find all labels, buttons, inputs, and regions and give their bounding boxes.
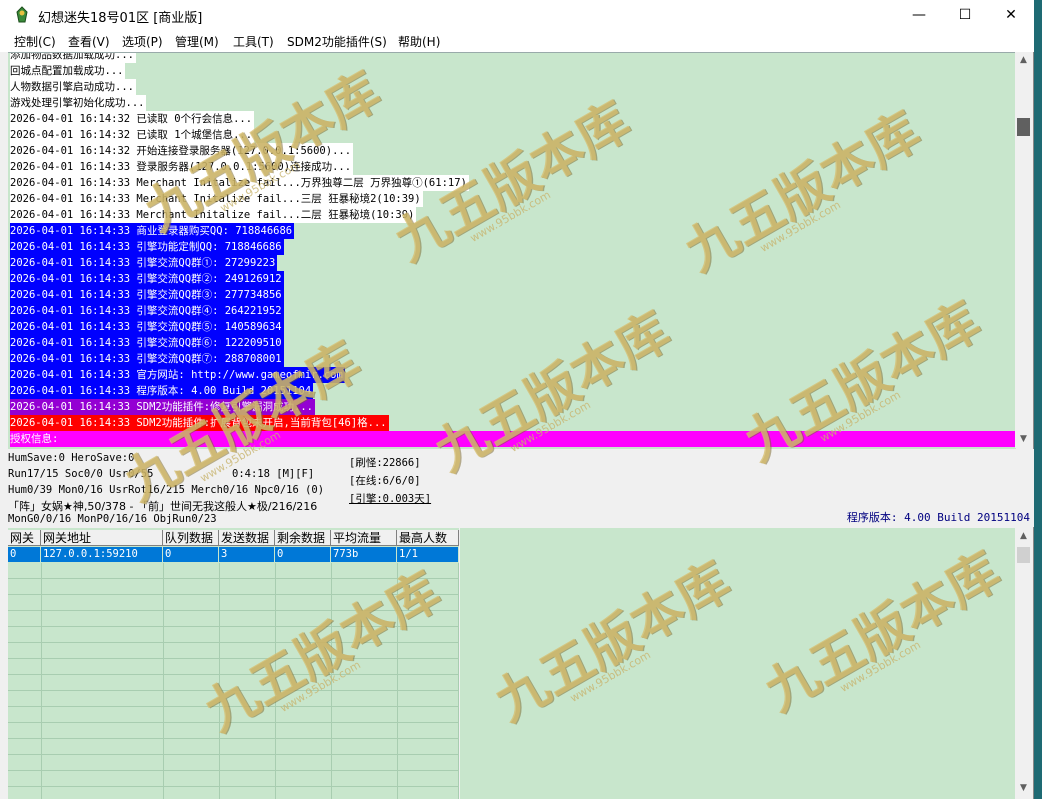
log-panel[interactable]: 添加物品数据加载成功... 回城点配置加载成功... 人物数据引擎启动成功...…: [8, 52, 1016, 449]
log-line: 2026-04-01 16:14:33 引擎交流QQ群①: 27299223: [10, 255, 278, 271]
app-icon: [16, 6, 28, 23]
log-line: 2026-04-01 16:14:33 Merchant Initalize f…: [10, 207, 417, 223]
grid-cell-remaining[interactable]: 0: [275, 547, 331, 562]
log-line: 2026-04-01 16:14:33 引擎功能定制QQ: 718846686: [10, 239, 284, 255]
scroll-up-icon[interactable]: ▲: [1015, 52, 1032, 69]
grid-rule: [8, 738, 459, 739]
log-line: 游戏处理引擎初始化成功...: [10, 95, 147, 111]
log-line: 2026-04-01 16:14:33 官方网站: http://www.gam…: [10, 367, 345, 383]
col-header-queue-data[interactable]: 队列数据: [163, 530, 219, 546]
scroll-up-icon[interactable]: ▲: [1015, 528, 1032, 545]
grid-rule: [8, 674, 459, 675]
refresh-monster-count: [刷怪:22866]: [349, 457, 421, 469]
log-line: 2026-04-01 16:14:32 已读取 0个行会信息...: [10, 111, 255, 127]
menu-help[interactable]: 帮助(H): [398, 33, 440, 50]
col-header-avg-traffic[interactable]: 平均流量: [331, 530, 397, 546]
grid-rule: [8, 658, 459, 659]
status-panel: HumSave:0 HeroSave:0 Run17/15 Soc0/0 Usr…: [0, 449, 1034, 527]
grid-cell-address[interactable]: 127.0.0.1:59210: [41, 547, 163, 562]
log-line: 2026-04-01 16:14:33 引擎交流QQ群⑦: 288708001: [10, 351, 284, 367]
grid-rule: [397, 563, 398, 799]
scroll-down-icon[interactable]: ▼: [1015, 780, 1032, 797]
log-line: 2026-04-01 16:14:33 程序版本: 4.00 Build 201…: [10, 383, 314, 399]
object-status: Hum0/39 Mon0/16 UsrRot16/215 Merch0/16 N…: [8, 484, 325, 496]
grid-rule: [458, 563, 459, 799]
col-header-gate[interactable]: 网关: [8, 530, 41, 546]
menu-control[interactable]: 控制(C): [14, 33, 56, 50]
log-line: 2026-04-01 16:14:33 引擎交流QQ群④: 264221952: [10, 303, 284, 319]
log-line: 2026-04-01 16:14:33 Merchant Initalize f…: [10, 191, 423, 207]
scroll-thumb[interactable]: [1017, 547, 1030, 563]
grid-rule: [8, 754, 459, 755]
grid-rule: [163, 563, 164, 799]
menu-view[interactable]: 查看(V): [68, 33, 110, 50]
grid-rule: [8, 722, 459, 723]
log-line: 2026-04-01 16:14:33 引擎交流QQ群⑤: 140589634: [10, 319, 284, 335]
minimize-button[interactable]: —: [896, 0, 942, 30]
maximize-button[interactable]: ☐: [942, 0, 988, 30]
window-title: 幻想迷失18号01区 [商业版]: [38, 11, 203, 26]
gate-grid[interactable]: 网关 网关地址 队列数据 发送数据 剩余数据 平均流量 最高人数 0 127.0…: [8, 528, 459, 799]
save-status: HumSave:0 HeroSave:0: [8, 452, 135, 464]
grid-cell-gate[interactable]: 0: [8, 547, 41, 562]
menu-sdm2-plugin[interactable]: SDM2功能插件(S): [287, 33, 387, 50]
log-scrollbar[interactable]: ▲ ▼: [1015, 52, 1032, 448]
col-header-send-data[interactable]: 发送数据: [219, 530, 275, 546]
grid-rule: [8, 626, 459, 627]
scroll-down-icon[interactable]: ▼: [1015, 431, 1032, 448]
grid-rule: [8, 578, 459, 579]
uptime-status: 0:4:18 [M][F]: [232, 468, 315, 480]
grid-rule: [8, 594, 459, 595]
grid-rule: [8, 690, 459, 691]
col-header-gate-address[interactable]: 网关地址: [41, 530, 163, 546]
grid-rule: [8, 706, 459, 707]
grid-cell-avg-traffic[interactable]: 773b: [331, 547, 397, 562]
server-window: 幻想迷失18号01区 [商业版] — ☐ ✕ 控制(C) 查看(V) 选项(P)…: [0, 0, 1034, 799]
guild-status: 「阵」女娲★神,50/378 - 「前」世间无我这般人★极/216/216: [8, 500, 318, 513]
log-line: 2026-04-01 16:14:32 已读取 1个城堡信息...: [10, 127, 255, 143]
menu-tools[interactable]: 工具(T): [233, 33, 274, 50]
log-line: 2026-04-01 16:14:33 引擎交流QQ群⑥: 122209510: [10, 335, 284, 351]
log-line: 回城点配置加载成功...: [10, 63, 126, 79]
menu-bar: 控制(C) 查看(V) 选项(P) 管理(M) 工具(T) SDM2功能插件(S…: [0, 30, 1034, 52]
log-line: 人物数据引擎启动成功...: [10, 79, 136, 95]
online-count: [在线:6/6/0]: [349, 475, 421, 487]
log-line: 2026-04-01 16:14:33 Merchant Initalize f…: [10, 175, 469, 191]
grid-rule: [8, 610, 459, 611]
close-button[interactable]: ✕: [988, 0, 1034, 30]
lower-scrollbar[interactable]: ▲ ▼: [1015, 528, 1032, 799]
program-version: 程序版本: 4.00 Build 20151104: [846, 511, 1030, 524]
grid-cell-send[interactable]: 3: [219, 547, 275, 562]
menu-options[interactable]: 选项(P): [122, 33, 163, 50]
grid-cell-queue[interactable]: 0: [163, 547, 219, 562]
log-line: 2026-04-01 16:14:33 引擎交流QQ群②: 249126912: [10, 271, 284, 287]
blank-pane: [460, 528, 1016, 799]
menu-manage[interactable]: 管理(M): [175, 33, 219, 50]
col-header-remaining-data[interactable]: 剩余数据: [275, 530, 331, 546]
grid-rule: [275, 563, 276, 799]
log-line: 添加物品数据加载成功...: [10, 53, 136, 63]
monster-status: MonG0/0/16 MonP0/16/16 ObjRun0/23: [8, 513, 217, 525]
run-status: Run17/15 Soc0/0 Usr0/55: [8, 468, 154, 480]
grid-cell-max-users[interactable]: 1/1: [397, 547, 459, 562]
log-line: 2026-04-01 16:14:33 SDM2功能插件:扩展背包未开启,当前背…: [10, 415, 389, 431]
scroll-thumb[interactable]: [1017, 118, 1030, 136]
grid-rule: [8, 770, 459, 771]
grid-rule: [219, 563, 220, 799]
log-line: 2026-04-01 16:14:33 引擎交流QQ群③: 277734856: [10, 287, 284, 303]
grid-rule: [8, 642, 459, 643]
grid-rule: [41, 563, 42, 799]
engine-time: [引擎:0.003天]: [349, 493, 432, 505]
col-header-max-users[interactable]: 最高人数: [397, 530, 459, 546]
title-bar[interactable]: 幻想迷失18号01区 [商业版] — ☐ ✕: [0, 0, 1034, 30]
log-line: 2026-04-01 16:14:33 SDM2功能插件:修复引擎漏洞成功...: [10, 399, 316, 415]
log-line: 2026-04-01 16:14:33 商业登录器购买QQ: 718846686: [10, 223, 295, 239]
grid-rule: [8, 786, 459, 787]
log-line: 2026-04-01 16:14:32 开始连接登录服务器(127.0.0.1:…: [10, 143, 354, 159]
